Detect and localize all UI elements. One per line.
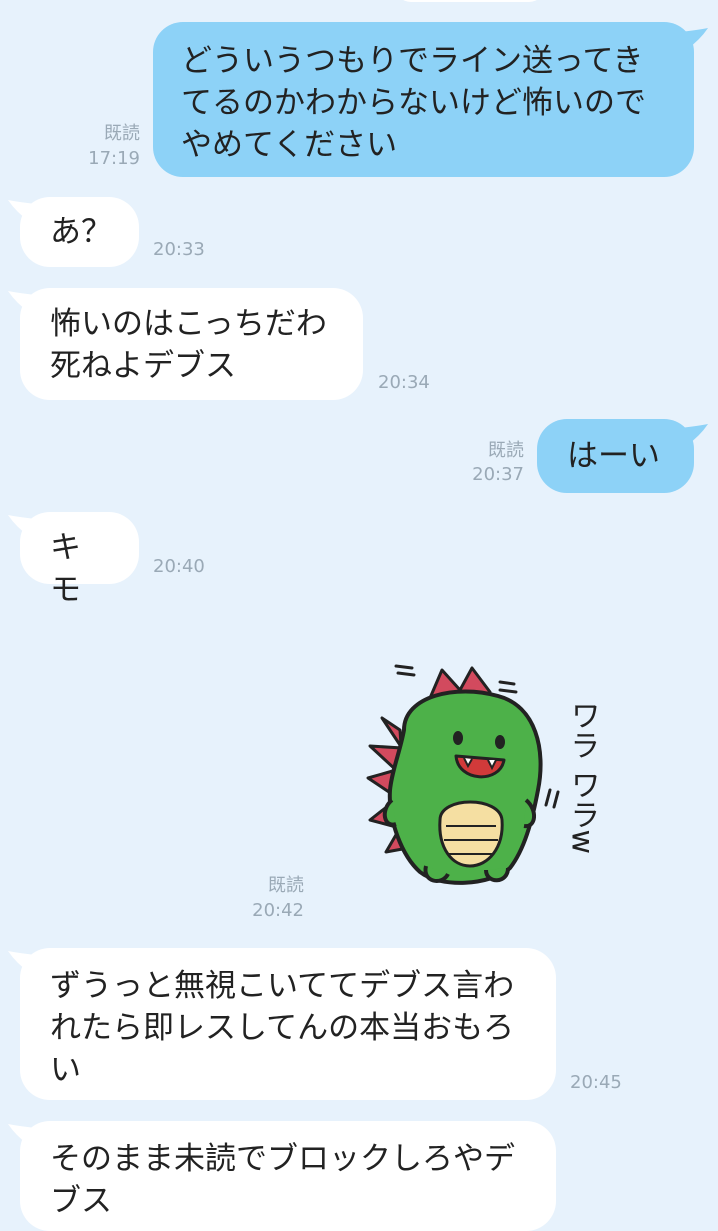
read-receipt: 既読 [268, 875, 304, 896]
outgoing-message-bubble[interactable]: はーい [537, 419, 694, 493]
green-dinosaur-laughing-sticker[interactable]: ワラ ワラw [360, 660, 625, 895]
message-time: 17:19 [88, 148, 140, 169]
incoming-bubble-tail [8, 291, 36, 313]
incoming-bubble-tail [8, 200, 36, 222]
sticker-caption: ワラ ワラw [565, 700, 600, 854]
chat-thread[interactable]: どういうつもりでライン送ってき てるのかわからないけど怖いので やめてください … [0, 0, 718, 1231]
message-time: 20:40 [153, 556, 205, 577]
incoming-message-bubble[interactable]: 怖いのはこっちだわ 死ねよデブス [20, 288, 363, 400]
message-time: 20:34 [378, 372, 430, 393]
outgoing-message-bubble[interactable]: どういうつもりでライン送ってき てるのかわからないけど怖いので やめてください [153, 22, 694, 177]
message-time: 20:33 [153, 239, 205, 260]
message-time: 20:37 [472, 464, 524, 485]
incoming-bubble-tail [8, 1124, 36, 1146]
message-time: 20:45 [570, 1072, 622, 1093]
message-time: 20:42 [252, 900, 304, 921]
outgoing-bubble-tail [680, 424, 708, 446]
read-receipt: 既読 [488, 440, 524, 461]
incoming-message-bubble[interactable]: キモ [20, 512, 139, 608]
read-receipt: 既読 [104, 123, 140, 144]
outgoing-bubble-tail [680, 28, 708, 50]
incoming-message-bubble[interactable]: そのまま未読でブロックしろやデ ブス [20, 1121, 556, 1231]
incoming-message-bubble[interactable]: ずうっと無視こいててデブス言わ れたら即レスしてんの本当おもろ い [20, 948, 556, 1100]
previous-message-fragment [395, 0, 545, 2]
incoming-bubble-tail [8, 951, 36, 973]
incoming-bubble-tail [8, 515, 36, 537]
incoming-message-bubble[interactable]: あ？ [20, 197, 139, 267]
